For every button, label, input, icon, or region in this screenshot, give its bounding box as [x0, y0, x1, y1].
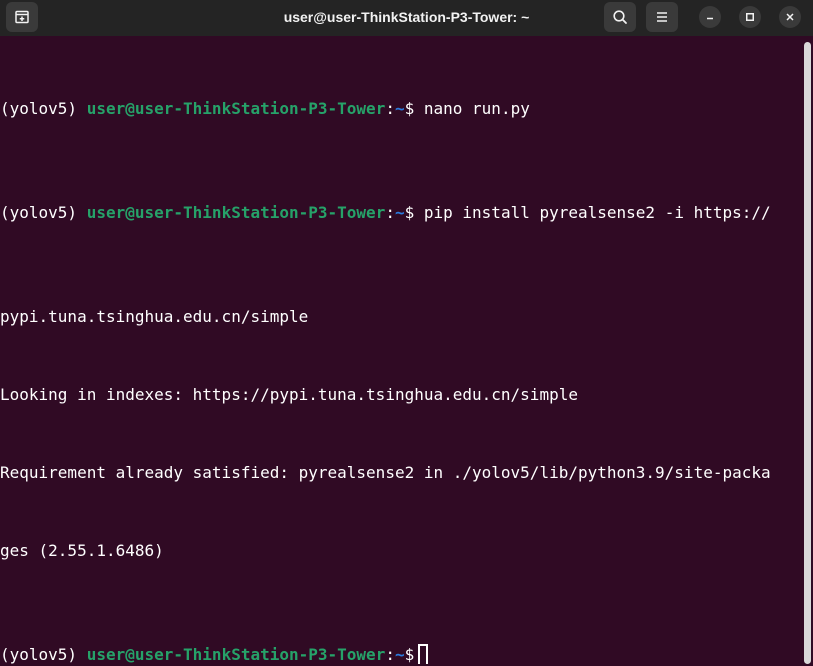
terminal-window: user@user-ThinkStation-P3-Tower: ~ (yolo… [0, 0, 813, 666]
scrollbar[interactable] [804, 42, 811, 664]
conda-env: (yolov5) [0, 99, 87, 118]
prompt-path: ~ [394, 645, 405, 664]
command-text: pip install pyrealsense2 -i https:// [423, 203, 771, 222]
close-button[interactable] [779, 6, 801, 28]
terminal-line: (yolov5) user@user-ThinkStation-P3-Tower… [0, 642, 800, 664]
output-line: ges (2.55.1.6486) [0, 541, 164, 560]
output-line: Requirement already satisfied: pyrealsen… [0, 463, 771, 482]
minimize-icon [707, 17, 713, 20]
prompt-user-host: user@user-ThinkStation-P3-Tower [86, 645, 386, 664]
prompt-separator: : [385, 203, 395, 222]
terminal-line: (yolov5) user@user-ThinkStation-P3-Tower… [0, 96, 800, 122]
maximize-button[interactable] [739, 6, 761, 28]
prompt-user-host: user@user-ThinkStation-P3-Tower [86, 99, 386, 118]
command-text: nano run.py [423, 99, 530, 118]
prompt-user-host: user@user-ThinkStation-P3-Tower [86, 203, 386, 222]
prompt-separator: : [385, 645, 395, 664]
text-cursor [418, 644, 429, 664]
conda-env: (yolov5) [0, 645, 87, 664]
terminal-output[interactable]: (yolov5) user@user-ThinkStation-P3-Tower… [0, 44, 800, 664]
prompt-separator: : [385, 99, 395, 118]
prompt-symbol: $ [404, 645, 415, 664]
conda-env: (yolov5) [0, 203, 87, 222]
close-icon [786, 13, 794, 21]
prompt-symbol: $ [404, 203, 424, 222]
search-button[interactable] [604, 2, 636, 32]
output-line: pypi.tuna.tsinghua.edu.cn/simple [0, 307, 309, 326]
prompt-path: ~ [394, 99, 405, 118]
search-icon [613, 10, 627, 24]
maximize-icon [746, 13, 754, 21]
prompt-symbol: $ [404, 99, 424, 118]
hamburger-menu-icon [657, 12, 667, 22]
menu-button[interactable] [646, 2, 678, 32]
output-line: Looking in indexes: https://pypi.tuna.ts… [0, 385, 578, 404]
terminal-line: (yolov5) user@user-ThinkStation-P3-Tower… [0, 200, 800, 226]
window-title: user@user-ThinkStation-P3-Tower: ~ [283, 9, 530, 25]
minimize-button[interactable] [699, 6, 721, 28]
prompt-path: ~ [394, 203, 405, 222]
title-bar: user@user-ThinkStation-P3-Tower: ~ [0, 0, 813, 36]
